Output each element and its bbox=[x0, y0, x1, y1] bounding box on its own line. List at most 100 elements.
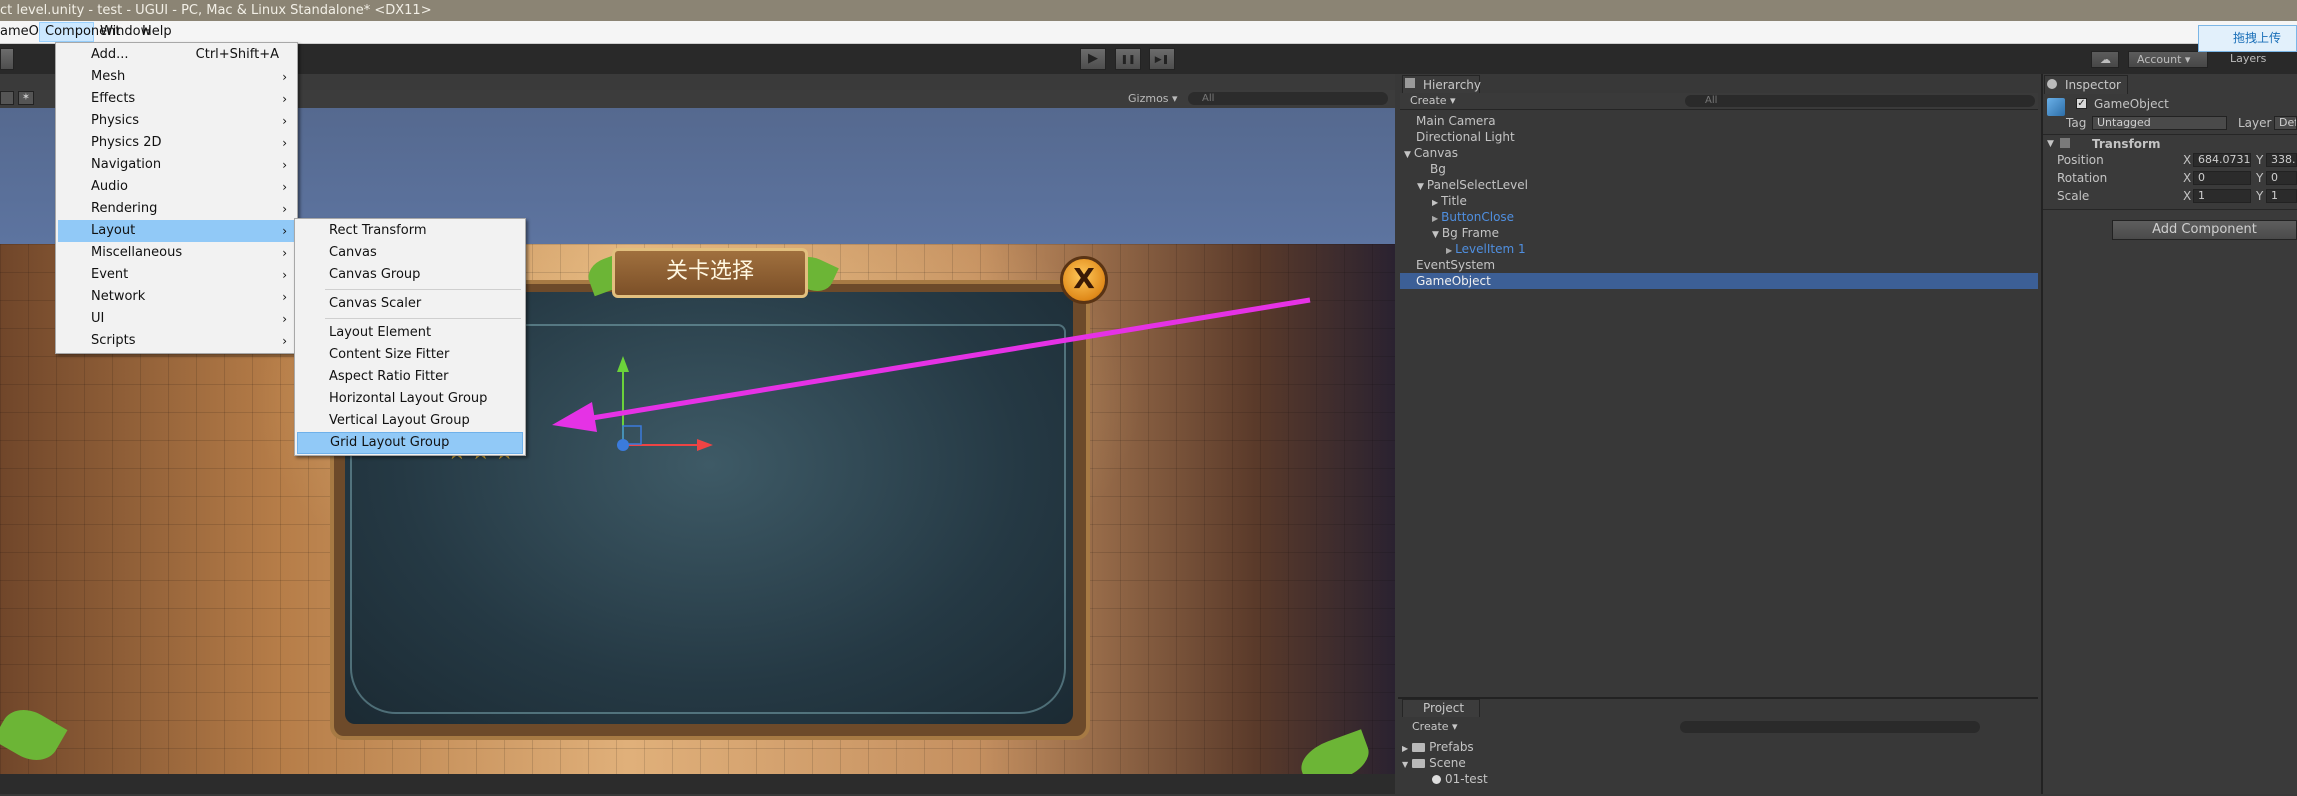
submenu-item-content-size-fitter[interactable]: Content Size Fitter bbox=[297, 344, 523, 366]
submenu-item-vertical-layout-group[interactable]: Vertical Layout Group bbox=[297, 410, 523, 432]
submenu-item-layout-element[interactable]: Layout Element bbox=[297, 322, 523, 344]
scale-y-field[interactable]: 1 bbox=[2266, 189, 2297, 203]
hierarchy-item-bg-frame[interactable]: ▼ Bg Frame bbox=[1400, 225, 2038, 241]
submenu-item-canvas[interactable]: Canvas bbox=[297, 242, 523, 264]
project-item-scene[interactable]: ▼ Scene bbox=[1402, 755, 1466, 771]
hierarchy-search-input[interactable]: All bbox=[1685, 95, 2035, 107]
layers-dropdown[interactable]: Layers bbox=[2222, 51, 2297, 68]
submenu-item-horizontal-layout-group[interactable]: Horizontal Layout Group bbox=[297, 388, 523, 410]
chevron-right-icon: › bbox=[282, 290, 287, 304]
position-y-field[interactable]: 338. bbox=[2266, 153, 2297, 167]
collapse-triangle-icon[interactable]: ▼ bbox=[2047, 136, 2054, 152]
hierarchy-item-label: ButtonClose bbox=[1441, 210, 1515, 224]
hierarchy-item-bg[interactable]: Bg bbox=[1400, 161, 2038, 177]
rotation-y-field[interactable]: 0 bbox=[2266, 171, 2297, 185]
menu-item-mesh[interactable]: Mesh › bbox=[58, 66, 295, 88]
submenu-item-aspect-ratio-fitter[interactable]: Aspect Ratio Fitter bbox=[297, 366, 523, 388]
menu-item-layout[interactable]: Layout › bbox=[58, 220, 295, 242]
chevron-right-icon: › bbox=[282, 202, 287, 216]
active-checkbox[interactable]: ✓ bbox=[2076, 98, 2087, 109]
project-item-01-test[interactable]: 01-test bbox=[1432, 771, 1488, 787]
tag-dropdown[interactable]: Untagged bbox=[2092, 116, 2227, 130]
submenu-item-canvas-scaler[interactable]: Canvas Scaler bbox=[297, 293, 523, 315]
upload-button[interactable]: 拖拽上传 bbox=[2198, 25, 2297, 52]
submenu-item-grid-layout-group[interactable]: Grid Layout Group bbox=[297, 432, 523, 454]
collapse-triangle-icon[interactable]: ▼ bbox=[1404, 150, 1411, 160]
layer-dropdown[interactable]: Def bbox=[2274, 116, 2297, 130]
tab-project[interactable]: Project bbox=[1402, 699, 1480, 717]
menu-item-event[interactable]: Event › bbox=[58, 264, 295, 286]
scale-x-field[interactable]: 1 bbox=[2193, 189, 2251, 203]
play-button[interactable]: ▶ bbox=[1080, 48, 1106, 70]
menu-item-rendering[interactable]: Rendering › bbox=[58, 198, 295, 220]
hierarchy-icon bbox=[1405, 78, 1415, 88]
menu-item-ui[interactable]: UI › bbox=[58, 308, 295, 330]
x-axis-label: X bbox=[2183, 153, 2192, 167]
step-icon: ▶❚ bbox=[1154, 55, 1170, 65]
gizmo-center[interactable] bbox=[617, 439, 629, 451]
expand-triangle-icon[interactable]: ▶ bbox=[1432, 198, 1438, 207]
menu-item-miscellaneous[interactable]: Miscellaneous › bbox=[58, 242, 295, 264]
layout-submenu: Rect Transform Canvas Canvas Group Canva… bbox=[294, 218, 526, 456]
menu-item-effects[interactable]: Effects › bbox=[58, 88, 295, 110]
project-search-input[interactable] bbox=[1680, 721, 1980, 733]
hierarchy-item-level-item-1[interactable]: ▶ LevelItem 1 bbox=[1400, 241, 2038, 257]
menu-item-scripts[interactable]: Scripts › bbox=[58, 330, 295, 352]
expand-triangle-icon[interactable]: ▶ bbox=[1432, 214, 1438, 223]
hierarchy-item-label: Bg Frame bbox=[1441, 226, 1499, 240]
inspector-tab-label: Inspector bbox=[2065, 78, 2121, 92]
menu-item-label: Physics 2D bbox=[91, 135, 162, 150]
menu-item-physics[interactable]: Physics › bbox=[58, 110, 295, 132]
pause-button[interactable]: ❚❚ bbox=[1115, 48, 1141, 70]
rect-tool-button[interactable] bbox=[0, 48, 14, 70]
menu-item-physics-2d[interactable]: Physics 2D › bbox=[58, 132, 295, 154]
submenu-item-canvas-group[interactable]: Canvas Group bbox=[297, 264, 523, 286]
submenu-item-rect-transform[interactable]: Rect Transform bbox=[297, 220, 523, 242]
gizmos-dropdown[interactable]: Gizmos ▾ bbox=[1128, 92, 1178, 105]
object-name-field[interactable]: GameObject bbox=[2094, 96, 2169, 112]
step-button[interactable]: ▶❚ bbox=[1149, 48, 1175, 70]
hierarchy-create-button[interactable]: Create ▾ bbox=[1410, 94, 1456, 107]
collapse-triangle-icon[interactable]: ▼ bbox=[1402, 760, 1408, 769]
add-component-button[interactable]: Add Component bbox=[2112, 220, 2297, 240]
hierarchy-item-main-camera[interactable]: Main Camera bbox=[1400, 113, 2038, 129]
gizmo-x-arrow-icon[interactable] bbox=[697, 439, 713, 451]
position-x-field[interactable]: 684.0731 bbox=[2193, 153, 2251, 167]
hierarchy-item-directional-light[interactable]: Directional Light bbox=[1400, 129, 2038, 145]
layer-value: Def bbox=[2279, 116, 2297, 129]
submenu-separator bbox=[325, 289, 521, 290]
hierarchy-item-panel-select-level[interactable]: ▼ PanelSelectLevel bbox=[1400, 177, 2038, 193]
hierarchy-item-title[interactable]: ▶ Title bbox=[1400, 193, 2038, 209]
expand-triangle-icon[interactable]: ▶ bbox=[1446, 246, 1452, 255]
hierarchy-item-label: EventSystem bbox=[1416, 258, 1496, 272]
hierarchy-item-button-close[interactable]: ▶ ButtonClose bbox=[1400, 209, 2038, 225]
hierarchy-item-label: LevelItem 1 bbox=[1455, 242, 1526, 256]
scene-search-input[interactable]: All bbox=[1188, 92, 1388, 105]
collapse-triangle-icon[interactable]: ▼ bbox=[1432, 230, 1439, 240]
transform-icon bbox=[2060, 138, 2070, 148]
menu-component[interactable]: Component bbox=[39, 22, 120, 42]
menu-item-label: Physics bbox=[91, 113, 140, 128]
menu-item-add[interactable]: Add... Ctrl+Shift+A bbox=[58, 44, 295, 66]
sun-icon[interactable]: ✶ bbox=[18, 91, 34, 105]
project-item-prefabs[interactable]: ▶ Prefabs bbox=[1402, 739, 1474, 755]
hierarchy-item-event-system[interactable]: EventSystem bbox=[1400, 257, 2038, 273]
project-item-label: 01-test bbox=[1445, 772, 1488, 786]
hierarchy-item-game-object[interactable]: GameObject bbox=[1400, 273, 2038, 289]
shaded-mode-button[interactable] bbox=[0, 91, 14, 105]
project-create-button[interactable]: Create ▾ bbox=[1412, 720, 1458, 733]
menu-item-navigation[interactable]: Navigation › bbox=[58, 154, 295, 176]
collapse-triangle-icon[interactable]: ▼ bbox=[1417, 182, 1424, 192]
chevron-right-icon: › bbox=[282, 158, 287, 172]
menu-item-audio[interactable]: Audio › bbox=[58, 176, 295, 198]
rotation-x-field[interactable]: 0 bbox=[2193, 171, 2251, 185]
menu-item-network[interactable]: Network › bbox=[58, 286, 295, 308]
menu-item-label: Audio bbox=[91, 179, 128, 194]
cloud-button[interactable]: ☁ bbox=[2091, 51, 2119, 68]
account-dropdown[interactable]: Account ▾ bbox=[2128, 51, 2208, 68]
expand-triangle-icon[interactable]: ▶ bbox=[1402, 744, 1408, 753]
menu-help[interactable]: Help bbox=[137, 22, 177, 42]
transform-header[interactable]: Transform bbox=[2092, 136, 2160, 152]
inspector-divider bbox=[2043, 209, 2297, 210]
hierarchy-item-canvas[interactable]: ▼ Canvas bbox=[1400, 145, 2038, 161]
